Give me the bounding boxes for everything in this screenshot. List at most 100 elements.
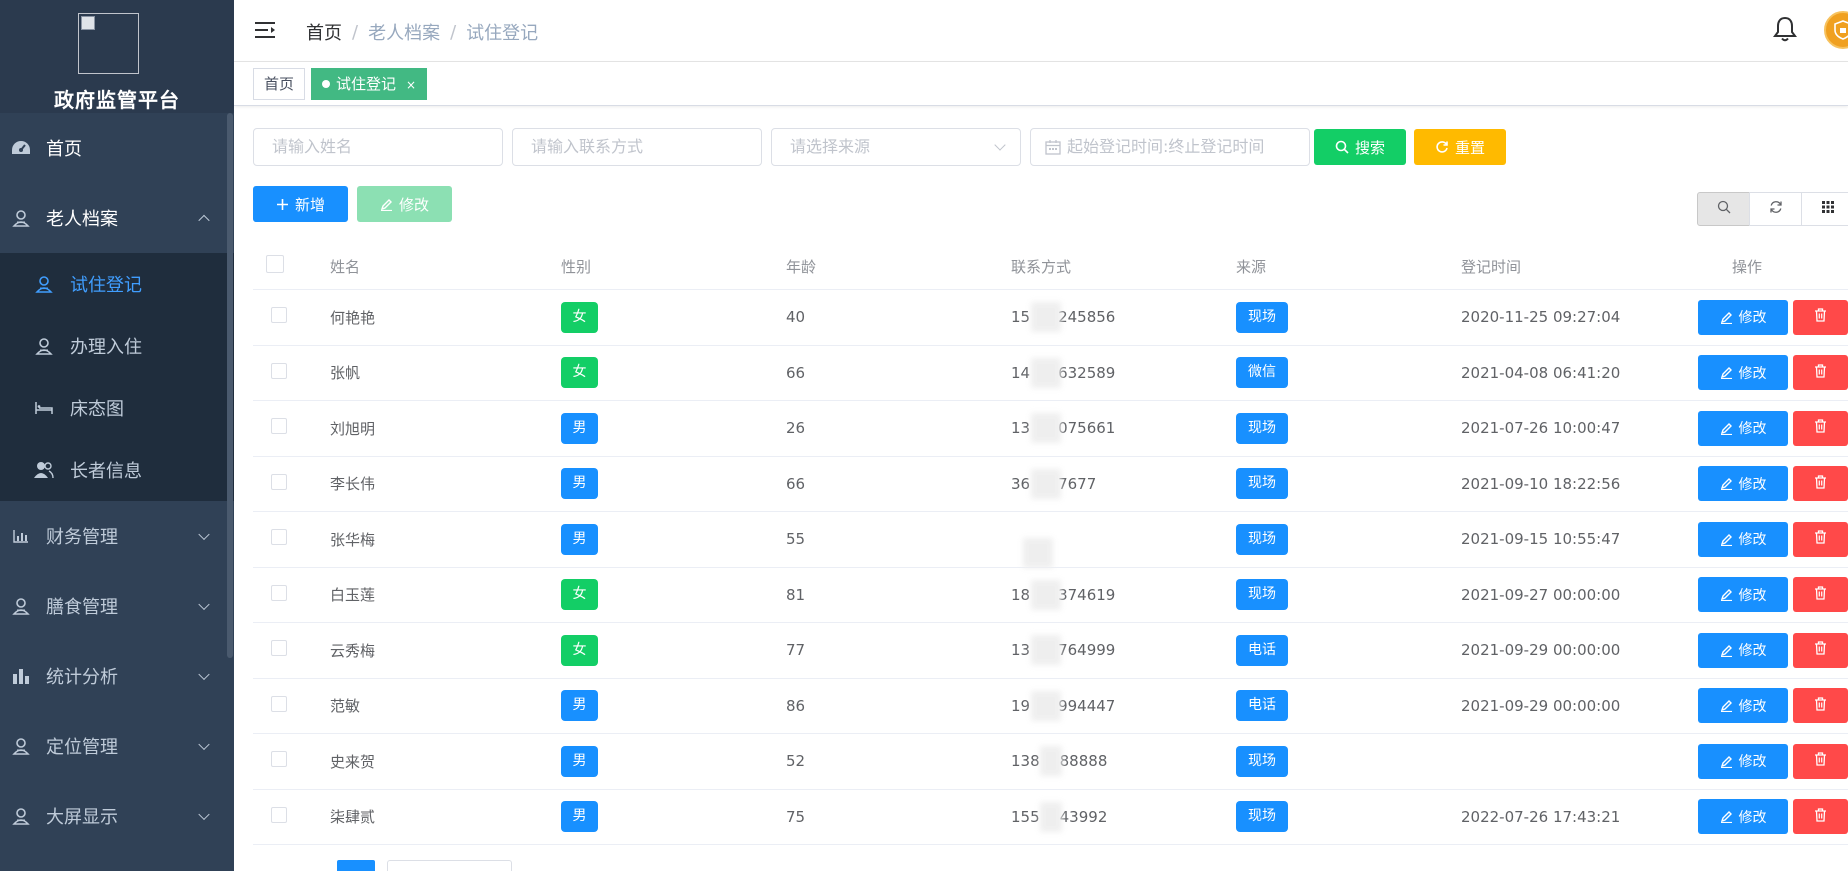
table-row[interactable]: 白玉莲 女 81 18 374619 现场 2021-09-27 00:00:00 修改 (253, 568, 1848, 623)
cell-name: 史来贺 (330, 752, 376, 771)
row-edit-label: 修改 (1738, 421, 1767, 438)
row-checkbox[interactable] (271, 418, 287, 435)
table-row[interactable]: 何艳艳 女 40 15 245856 现场 2020-11-25 09:27:04 修改 (253, 290, 1848, 346)
breadcrumb-item-home[interactable]: 首页 (306, 19, 342, 45)
row-delete-button[interactable] (1793, 521, 1848, 557)
table-row[interactable]: 李长伟 男 66 36 7677 现场 2021-09-10 18:22:56 修改 (253, 457, 1848, 512)
contact-value: 138 88888 (1011, 746, 1107, 777)
cell-source: 现场 (1236, 468, 1461, 500)
sidebar-item-location[interactable]: 定位管理 (0, 711, 234, 781)
contact-prefix: 18 (1011, 585, 1031, 604)
row-edit-button[interactable]: 修改 (1698, 355, 1788, 391)
cell-time: 2021-09-15 10:55:47 (1461, 530, 1621, 549)
bell-icon[interactable] (1772, 15, 1798, 43)
sidebar-scrollbar[interactable] (227, 113, 233, 658)
row-delete-button[interactable] (1793, 299, 1848, 335)
search-button[interactable]: 搜索 (1314, 129, 1406, 165)
contact-suffix: 994447 (1058, 696, 1116, 715)
row-delete-button[interactable] (1793, 632, 1848, 668)
tag-home[interactable]: 首页 (253, 68, 306, 100)
name-input[interactable]: 请输入姓名 (253, 128, 503, 166)
source-select[interactable]: 请选择来源 (771, 128, 1021, 166)
hamburger-icon[interactable] (254, 19, 276, 41)
sidebar-subitem-bed-map[interactable]: 床态图 (0, 377, 234, 439)
row-checkbox[interactable] (271, 473, 287, 490)
row-delete-button[interactable] (1793, 577, 1848, 613)
row-edit-button[interactable]: 修改 (1698, 410, 1788, 446)
row-checkbox[interactable] (271, 640, 287, 657)
avatar[interactable] (1824, 11, 1848, 49)
column-header-contact[interactable]: 联系方式 (1011, 256, 1236, 277)
table-row[interactable]: 柒肆贰 男 75 155 43992 现场 2022-07-26 17:43:21 修改 (253, 790, 1848, 845)
row-edit-button[interactable]: 修改 (1698, 799, 1788, 835)
sidebar-subitem-trial-registration[interactable]: 试住登记 (0, 253, 234, 315)
row-edit-button[interactable]: 修改 (1698, 299, 1788, 335)
edit-icon (1720, 755, 1733, 768)
column-header-name[interactable]: 姓名 (330, 256, 561, 277)
pagination-size-peek[interactable] (387, 860, 512, 871)
row-checkbox[interactable] (271, 695, 287, 712)
sidebar-item-statistics[interactable]: 统计分析 (0, 641, 234, 711)
chevron-down-icon (198, 808, 210, 821)
row-delete-button[interactable] (1793, 466, 1848, 502)
row-edit-button[interactable]: 修改 (1698, 466, 1788, 502)
close-icon[interactable]: × (406, 78, 416, 92)
row-checkbox[interactable] (271, 362, 287, 379)
table-row[interactable]: 张华梅 男 55 现场 2021-09-15 10:55:47 修改 (253, 512, 1848, 569)
add-button[interactable]: 新增 (253, 186, 348, 222)
row-delete-button[interactable] (1793, 743, 1848, 779)
broken-image-icon (81, 16, 95, 30)
table-row[interactable]: 张帆 女 66 14 632589 微信 2021-04-08 06:41:20 修改 (253, 346, 1848, 401)
cell-age: 77 (786, 641, 806, 660)
table-row[interactable]: 云秀梅 女 77 13 764999 电话 2021-09-29 00:00:00 修改 (253, 623, 1848, 679)
refresh-button[interactable] (1749, 192, 1802, 226)
sidebar-item-meal[interactable]: 膳食管理 (0, 571, 234, 641)
column-header-gender[interactable]: 性别 (561, 256, 786, 277)
row-checkbox[interactable] (271, 806, 287, 823)
row-checkbox[interactable] (271, 529, 287, 546)
edit-button-disabled[interactable]: 修改 (357, 186, 452, 222)
row-checkbox[interactable] (271, 751, 287, 768)
tag-current[interactable]: 试住登记 × (311, 68, 428, 100)
table-row[interactable]: 史来贺 男 52 138 88888 现场 修改 (253, 734, 1848, 790)
pagination-peek[interactable] (337, 860, 375, 871)
row-edit-button[interactable]: 修改 (1698, 688, 1788, 724)
row-edit-button[interactable]: 修改 (1698, 632, 1788, 668)
source-tag: 现场 (1236, 523, 1288, 555)
sidebar-item-big-screen[interactable]: 大屏显示 (0, 781, 234, 851)
sidebar-subitem-check-in[interactable]: 办理入住 (0, 315, 234, 377)
date-range-picker[interactable]: 起始登记时间:终止登记时间 (1030, 128, 1310, 166)
sidebar-subitem-elder-info[interactable]: 长者信息 (0, 439, 234, 501)
column-header-age[interactable]: 年龄 (786, 256, 1011, 277)
column-header-source[interactable]: 来源 (1236, 256, 1461, 277)
breadcrumb-item-elder-archive[interactable]: 老人档案 (368, 19, 440, 45)
row-checkbox[interactable] (271, 584, 287, 601)
row-edit-button[interactable]: 修改 (1698, 743, 1788, 779)
row-edit-label: 修改 (1738, 310, 1767, 327)
sidebar-item-label: 老人档案 (46, 209, 118, 230)
row-delete-button[interactable] (1793, 410, 1848, 446)
column-header-time[interactable]: 登记时间 (1461, 256, 1692, 277)
columns-button[interactable] (1801, 192, 1848, 226)
row-checkbox-cell (253, 751, 330, 771)
privacy-blur (1031, 635, 1061, 666)
sidebar-item-elder-archive[interactable]: 老人档案 (0, 183, 234, 253)
toggle-search-button[interactable] (1697, 192, 1750, 226)
cell-time: 2021-09-29 00:00:00 (1461, 696, 1621, 715)
select-all-checkbox[interactable] (266, 255, 284, 273)
contact-value: 15 245856 (1011, 302, 1115, 333)
sidebar-item-home[interactable]: 首页 (0, 113, 234, 183)
contact-input[interactable]: 请输入联系方式 (512, 128, 762, 166)
row-delete-button[interactable] (1793, 688, 1848, 724)
grid-icon (1821, 200, 1835, 218)
reset-button[interactable]: 重置 (1414, 129, 1506, 165)
table-row[interactable]: 刘旭明 男 26 13 075661 现场 2021-07-26 10:00:47 修改 (253, 401, 1848, 457)
row-delete-button[interactable] (1793, 799, 1848, 835)
row-checkbox[interactable] (271, 307, 287, 324)
table-row[interactable]: 范敏 男 86 19 994447 电话 2021-09-29 00:00:00 修改 (253, 679, 1848, 734)
row-edit-button[interactable]: 修改 (1698, 577, 1788, 613)
row-delete-button[interactable] (1793, 355, 1848, 391)
tags-view: 首页 试住登记 × (234, 62, 1848, 106)
row-edit-button[interactable]: 修改 (1698, 521, 1788, 557)
sidebar-item-finance[interactable]: 财务管理 (0, 501, 234, 571)
